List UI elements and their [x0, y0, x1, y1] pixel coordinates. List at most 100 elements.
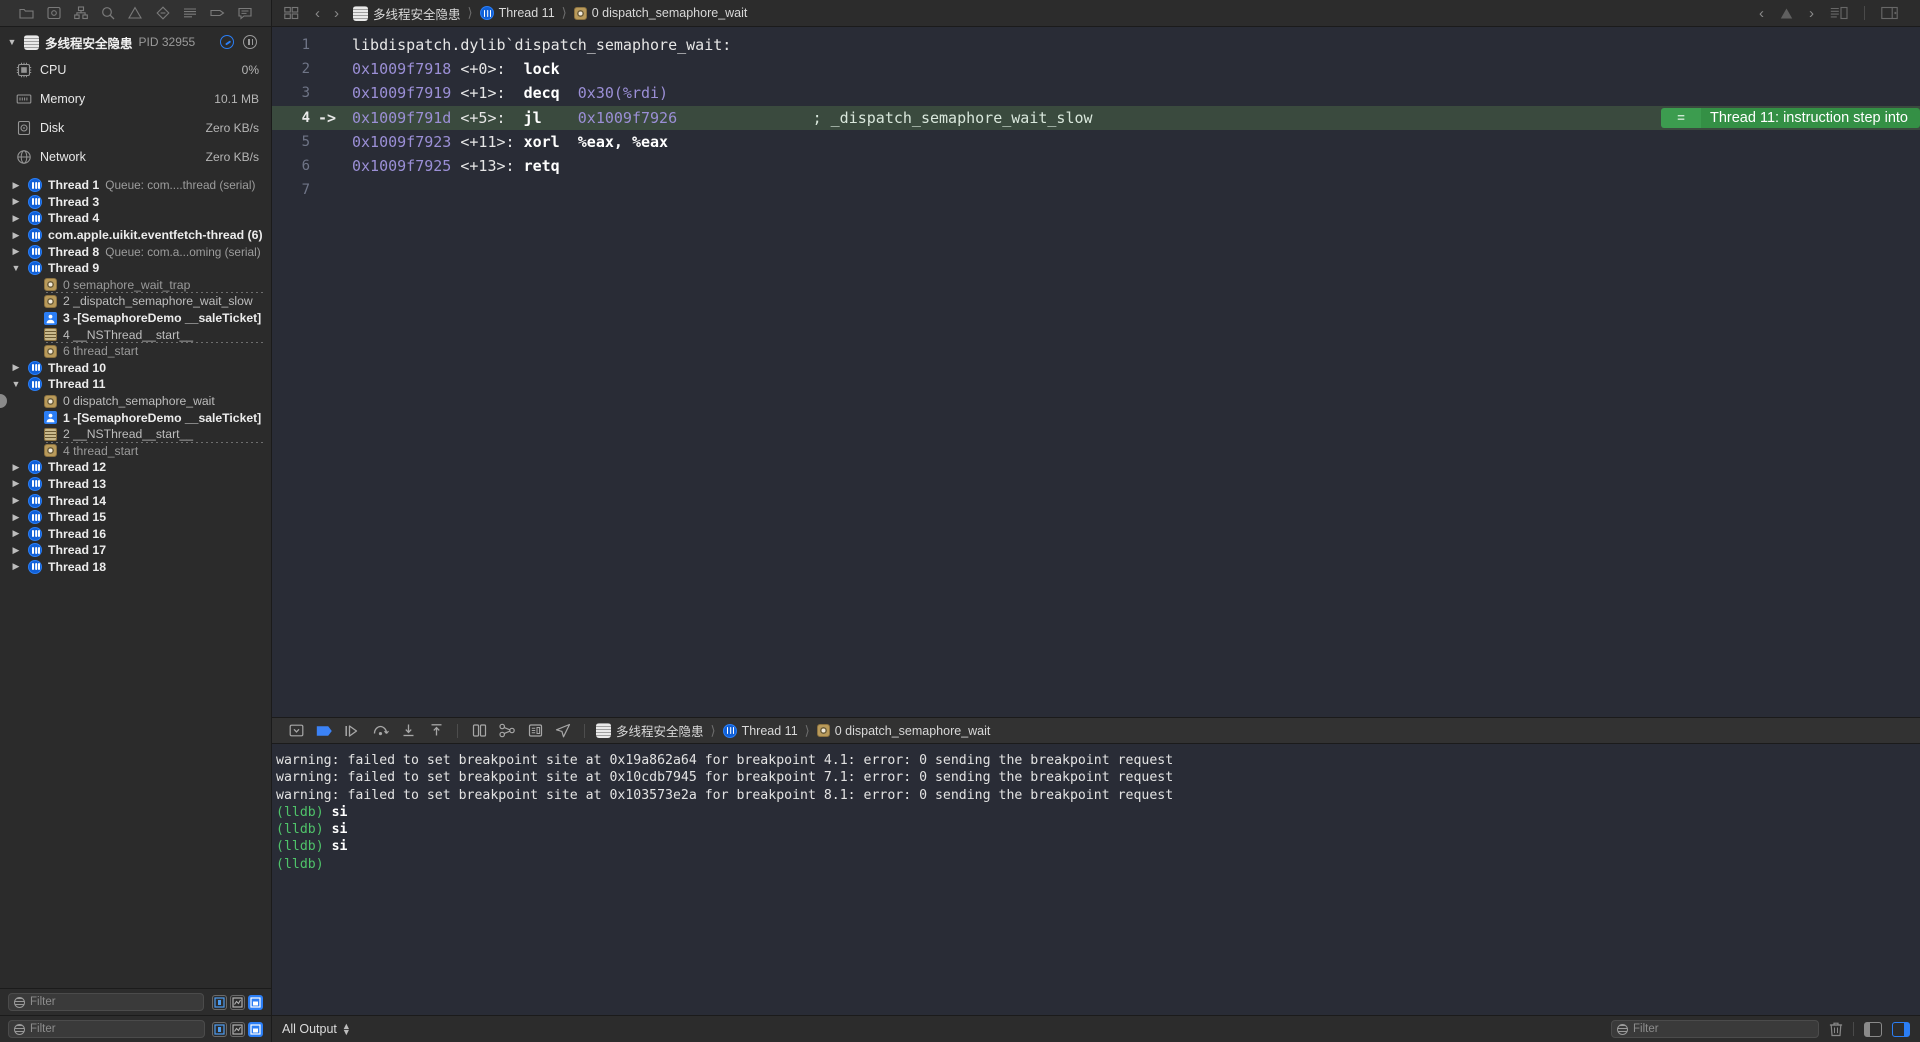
assembly-line[interactable]: 6 0x1009f7925 <+13>: retq	[272, 154, 1920, 178]
thread-row[interactable]: ▶ com.apple.uikit.eventfetch-thread (6)	[0, 227, 271, 244]
stack-frame-row[interactable]: 4 __NSThread__start__	[0, 326, 271, 343]
thread-row[interactable]: ▶ Thread 10	[0, 360, 271, 377]
thread-row[interactable]: ▶ Thread 12	[0, 459, 271, 476]
thread-row[interactable]: ▶ Thread 13	[0, 476, 271, 493]
thread-row[interactable]: ▶ Thread 14	[0, 492, 271, 509]
thread-disclosure-triangle[interactable]: ▶	[10, 479, 22, 488]
pause-icon[interactable]	[243, 35, 257, 49]
previous-issue-button[interactable]: ‹	[1759, 6, 1764, 21]
process-row[interactable]: ▼ 多线程安全隐患 PID 32955	[0, 29, 271, 55]
record-icon[interactable]	[220, 35, 234, 49]
thread-disclosure-triangle[interactable]: ▶	[10, 247, 22, 256]
process-disclosure-triangle[interactable]: ▼	[6, 37, 18, 47]
assembly-line-current[interactable]: 4 -> 0x1009f791d <+5>: jl 0x1009f7926 ; _d…	[272, 105, 1920, 130]
back-button[interactable]: ‹	[315, 6, 320, 21]
breadcrumb-item-frame[interactable]: 0 dispatch_semaphore_wait	[573, 6, 747, 20]
search-icon[interactable]	[101, 6, 115, 20]
show-console-only-icon[interactable]	[1864, 1021, 1882, 1037]
output-scope-selector[interactable]: All Output ▲ ▼	[282, 1022, 351, 1037]
debug-breadcrumb-item-thread[interactable]: Thread 11	[722, 723, 798, 738]
library-panel-icon[interactable]	[1830, 6, 1848, 20]
trash-icon[interactable]	[1829, 1021, 1843, 1037]
gauge-row-cpu[interactable]: CPU 0%	[0, 55, 271, 84]
bottom-left-filter-input[interactable]: Filter	[8, 1020, 205, 1038]
thread-row[interactable]: ▶ Thread 18	[0, 559, 271, 576]
step-into-icon[interactable]	[394, 720, 422, 742]
assembly-line[interactable]: 7	[272, 178, 1920, 202]
environment-overrides-icon[interactable]	[521, 720, 549, 742]
assembly-line[interactable]: 3 0x1009f7919 <+1>: decq 0x30(%rdi)	[272, 81, 1920, 105]
step-over-icon[interactable]	[366, 720, 394, 742]
thread-row[interactable]: ▼ Thread 11	[0, 376, 271, 393]
show-only-crashed-icon[interactable]	[230, 1021, 245, 1037]
next-issue-button[interactable]: ›	[1809, 6, 1814, 21]
stack-frame-row[interactable]: 2 _dispatch_semaphore_wait_slow	[0, 293, 271, 310]
assembly-editor[interactable]: 1 libdispatch.dylib`dispatch_semaphore_wa…	[272, 27, 1920, 717]
panel-grid-icon[interactable]	[284, 6, 299, 20]
thread-disclosure-triangle[interactable]: ▶	[10, 197, 22, 206]
console-output[interactable]: warning: failed to set breakpoint site a…	[272, 744, 1920, 1015]
assembly-line[interactable]: 5 0x1009f7923 <+11>: xorl %eax, %eax	[272, 130, 1920, 154]
folder-icon[interactable]	[19, 6, 34, 20]
show-all-icon[interactable]	[248, 994, 263, 1010]
thread-disclosure-triangle[interactable]: ▶	[10, 363, 22, 372]
show-variables-only-icon[interactable]	[1892, 1021, 1910, 1037]
stack-frame-row[interactable]: 6 thread_start	[0, 343, 271, 360]
show-all-icon[interactable]	[248, 1021, 263, 1037]
deactivate-breakpoints-icon[interactable]	[310, 720, 338, 742]
show-only-running-icon[interactable]	[212, 994, 227, 1010]
debug-breadcrumb-item-frame[interactable]: 0 dispatch_semaphore_wait	[816, 724, 990, 738]
thread-disclosure-triangle[interactable]: ▶	[10, 529, 22, 538]
thread-row[interactable]: ▶ Thread 1 Queue: com....thread (serial)	[0, 177, 271, 194]
comment-icon[interactable]	[238, 6, 252, 20]
breadcrumb-item-project[interactable]: 多线程安全隐患	[353, 4, 461, 23]
breadcrumb-item-thread[interactable]: Thread 11	[479, 6, 555, 20]
tag-icon[interactable]	[210, 6, 225, 20]
thread-row[interactable]: ▶ Thread 8 Queue: com.a...oming (serial)	[0, 243, 271, 260]
debug-navigator-scroll[interactable]: ▼ 多线程安全隐患 PID 32955 CPU 0% Memory 10.1 M…	[0, 27, 271, 988]
debug-memory-graph-icon[interactable]	[493, 720, 521, 742]
thread-disclosure-triangle[interactable]: ▶	[10, 512, 22, 522]
report-icon[interactable]	[183, 6, 197, 20]
gauge-row-memory[interactable]: Memory 10.1 MB	[0, 84, 271, 113]
thread-disclosure-triangle[interactable]: ▶	[10, 545, 22, 555]
show-only-crashed-icon[interactable]	[230, 994, 245, 1010]
stack-frame-row[interactable]: 3 -[SemaphoreDemo __saleTicket]	[0, 310, 271, 327]
stack-frame-row[interactable]: 4 thread_start	[0, 443, 271, 460]
console-filter-input[interactable]: Filter	[1611, 1020, 1819, 1038]
gauge-row-disk[interactable]: Disk Zero KB/s	[0, 113, 271, 142]
breakpoint-icon[interactable]	[156, 6, 170, 20]
thread-disclosure-triangle[interactable]: ▶	[10, 496, 22, 505]
hide-debug-area-icon[interactable]	[282, 720, 310, 742]
source-control-icon[interactable]	[47, 6, 61, 20]
thread-row[interactable]: ▼ Thread 9	[0, 260, 271, 277]
thread-disclosure-triangle[interactable]: ▼	[10, 263, 22, 273]
hierarchy-icon[interactable]	[74, 6, 88, 20]
thread-disclosure-triangle[interactable]: ▶	[10, 462, 22, 472]
thread-row[interactable]: ▶ Thread 15	[0, 509, 271, 526]
inspector-panel-icon[interactable]	[1881, 6, 1898, 20]
assembly-line[interactable]: 1 libdispatch.dylib`dispatch_semaphore_wa…	[272, 33, 1920, 57]
step-out-icon[interactable]	[422, 720, 450, 742]
thread-row[interactable]: ▶ Thread 3	[0, 194, 271, 211]
thread-row[interactable]: ▶ Thread 16	[0, 525, 271, 542]
thread-disclosure-triangle[interactable]: ▶	[10, 230, 22, 240]
navigator-filter-input[interactable]: Filter	[8, 993, 204, 1011]
forward-button[interactable]: ›	[334, 6, 339, 21]
show-only-running-icon[interactable]	[212, 1021, 227, 1037]
thread-row[interactable]: ▶ Thread 4	[0, 210, 271, 227]
thread-disclosure-triangle[interactable]: ▶	[10, 213, 22, 223]
stack-frame-row[interactable]: 2 __NSThread__start__	[0, 426, 271, 443]
simulate-location-icon[interactable]	[549, 720, 577, 742]
thread-row[interactable]: ▶ Thread 17	[0, 542, 271, 559]
debug-breadcrumb-item-project[interactable]: 多线程安全隐患	[596, 721, 704, 740]
step-status-badge[interactable]: = Thread 11: instruction step into	[1660, 107, 1920, 128]
debug-view-hierarchy-icon[interactable]	[465, 720, 493, 742]
thread-disclosure-triangle[interactable]: ▶	[10, 562, 22, 571]
stack-frame-row[interactable]: 0 semaphore_wait_trap	[0, 277, 271, 294]
thread-disclosure-triangle[interactable]: ▶	[10, 180, 22, 190]
stack-frame-row[interactable]: 0 dispatch_semaphore_wait	[0, 393, 271, 410]
gauge-row-network[interactable]: Network Zero KB/s	[0, 142, 271, 171]
thread-disclosure-triangle[interactable]: ▼	[10, 379, 22, 389]
assembly-line[interactable]: 2 0x1009f7918 <+0>: lock	[272, 57, 1920, 81]
